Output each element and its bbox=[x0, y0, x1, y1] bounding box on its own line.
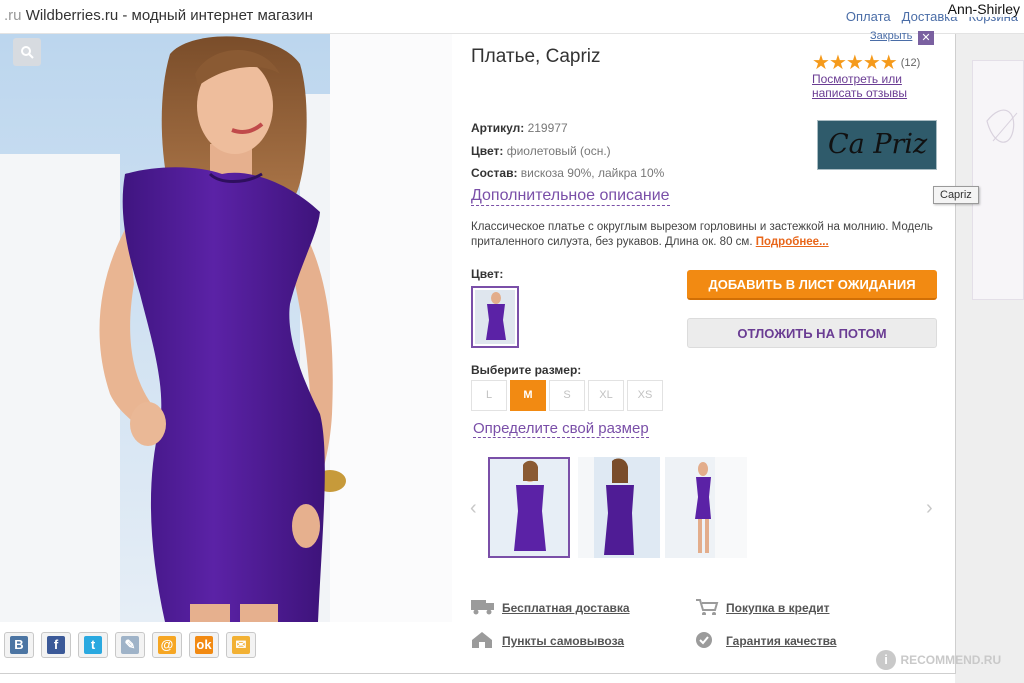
thumbnail-2[interactable] bbox=[578, 457, 660, 558]
thumbnail-1[interactable] bbox=[488, 457, 570, 558]
pickup-point-icon bbox=[472, 632, 492, 648]
site-tagline: - модный интернет магазин bbox=[118, 7, 313, 24]
star-icon: ★ bbox=[845, 52, 864, 74]
credit-purchase-link[interactable]: Покупка в кредит bbox=[726, 601, 830, 615]
brand-logo-text: Ca Priz bbox=[828, 129, 928, 160]
thumbnail-3[interactable] bbox=[665, 457, 747, 558]
brand-tooltip: Capriz bbox=[933, 186, 979, 204]
browser-header: .ru Wildberries.ru - модный интернет маг… bbox=[0, 0, 1024, 34]
size-label: Выберите размер: bbox=[471, 363, 582, 377]
delivery-truck-icon bbox=[471, 600, 494, 615]
close-icon[interactable]: ✕ bbox=[918, 31, 934, 45]
url-fragment: .ru bbox=[4, 7, 22, 24]
quality-guarantee-link[interactable]: Гарантия качества bbox=[726, 634, 836, 648]
color-swatch-image bbox=[475, 290, 515, 344]
quality-guarantee-icon bbox=[696, 632, 712, 648]
share-livejournal-button[interactable]: ✎ bbox=[115, 632, 145, 658]
add-to-waitlist-button[interactable]: ДОБАВИТЬ В ЛИСТ ОЖИДАНИЯ bbox=[687, 270, 937, 300]
brand-logo[interactable]: Ca Priz bbox=[817, 120, 937, 170]
reviews-link[interactable]: Посмотреть или написать отзывы bbox=[812, 72, 922, 100]
decorative-leaf-icon bbox=[986, 109, 1018, 143]
composition-row: Состав: вискоза 90%, лайкра 10% bbox=[471, 166, 664, 180]
shopping-cart-icon bbox=[696, 599, 719, 615]
product-title: Платье, Capriz bbox=[471, 46, 601, 67]
close-link[interactable]: Закрыть bbox=[870, 30, 912, 42]
share-vkontakte-button[interactable]: B bbox=[4, 632, 34, 658]
carousel-next-icon[interactable]: › bbox=[926, 497, 933, 520]
size-option-l[interactable]: L bbox=[471, 380, 507, 411]
star-icon: ★ bbox=[879, 52, 898, 74]
pencil-icon: ✎ bbox=[121, 636, 139, 654]
share-twitter-button[interactable]: t bbox=[78, 632, 108, 658]
facebook-icon: f bbox=[47, 636, 65, 654]
color-swatch-purple[interactable] bbox=[471, 286, 519, 348]
share-odnoklassniki-button[interactable]: ok bbox=[189, 632, 219, 658]
model-in-dress-image bbox=[0, 34, 452, 622]
watermark-text: RECOMMEND.RU bbox=[900, 653, 1002, 667]
thumbnail-image bbox=[665, 457, 747, 558]
carousel-prev-icon[interactable]: ‹ bbox=[470, 497, 477, 520]
free-delivery-link[interactable]: Бесплатная доставка bbox=[502, 601, 630, 615]
reviews-count: (12) bbox=[900, 57, 921, 69]
article-value: 219977 bbox=[527, 121, 568, 135]
watermark: i RECOMMEND.RU bbox=[876, 650, 1001, 672]
composition-label: Состав: bbox=[471, 166, 518, 180]
thumbnail-image bbox=[490, 459, 568, 556]
size-option-m[interactable]: M bbox=[510, 380, 546, 411]
share-mailru-button[interactable]: @ bbox=[152, 632, 182, 658]
article-label: Артикул: bbox=[471, 121, 525, 135]
size-option-xs[interactable]: XS bbox=[627, 380, 663, 411]
composition-value: вискоза 90%, лайкра 10% bbox=[520, 166, 665, 180]
color-spec-label: Цвет: bbox=[471, 144, 504, 158]
color-row: Цвет: фиолетовый (осн.) bbox=[471, 144, 611, 158]
site-name: Wildberries.ru bbox=[25, 7, 119, 24]
size-option-xl[interactable]: XL bbox=[588, 380, 624, 411]
pickup-points-link[interactable]: Пункты самовывоза bbox=[502, 634, 624, 648]
size-selector: L M S XL XS bbox=[471, 380, 666, 411]
odnoklassniki-icon: ok bbox=[195, 636, 213, 654]
product-description: Классическое платье с округлым вырезом г… bbox=[471, 220, 951, 250]
thumbnail-image bbox=[578, 457, 660, 558]
envelope-icon: ✉ bbox=[232, 636, 250, 654]
social-share-bar: Bf t ✎ @ ok ✉ bbox=[4, 632, 263, 660]
share-facebook-button[interactable]: f bbox=[41, 632, 71, 658]
description-text: Классическое платье с округлым вырезом г… bbox=[471, 221, 933, 248]
dress-thumbnail-icon bbox=[486, 292, 506, 340]
backdrop-panel bbox=[972, 60, 1024, 300]
product-photo[interactable] bbox=[0, 34, 452, 622]
site-title[interactable]: .ru Wildberries.ru - модный интернет маг… bbox=[4, 7, 313, 24]
star-icon: ★ bbox=[828, 52, 847, 74]
twitter-icon: t bbox=[84, 636, 102, 654]
nav-payment-link[interactable]: Оплата bbox=[846, 9, 891, 24]
save-for-later-button[interactable]: ОТЛОЖИТЬ НА ПОТОМ bbox=[687, 318, 937, 348]
share-email-button[interactable]: ✉ bbox=[226, 632, 256, 658]
user-name-overlay: Ann-Shirley bbox=[945, 1, 1022, 17]
star-icon: ★ bbox=[812, 52, 830, 74]
search-icon bbox=[21, 46, 34, 59]
star-icon: ★ bbox=[862, 52, 881, 74]
recommend-logo-icon: i bbox=[876, 650, 896, 670]
find-size-link[interactable]: Определите свой размер bbox=[473, 420, 649, 438]
product-quick-view: Bf t ✎ @ ok ✉ Платье, Capriz Закрыть ✕ ★★★★★(… bbox=[0, 30, 979, 674]
article-row: Артикул: 219977 bbox=[471, 121, 568, 135]
additional-description-link[interactable]: Дополнительное описание bbox=[471, 187, 670, 206]
at-sign-icon: @ bbox=[158, 636, 176, 654]
size-option-s[interactable]: S bbox=[549, 380, 585, 411]
more-link[interactable]: Подробнее... bbox=[756, 236, 829, 248]
color-spec-value: фиолетовый (осн.) bbox=[506, 144, 611, 158]
vkontakte-icon: B bbox=[10, 636, 28, 654]
zoom-button[interactable] bbox=[13, 38, 41, 66]
color-section-label: Цвет: bbox=[471, 267, 504, 281]
